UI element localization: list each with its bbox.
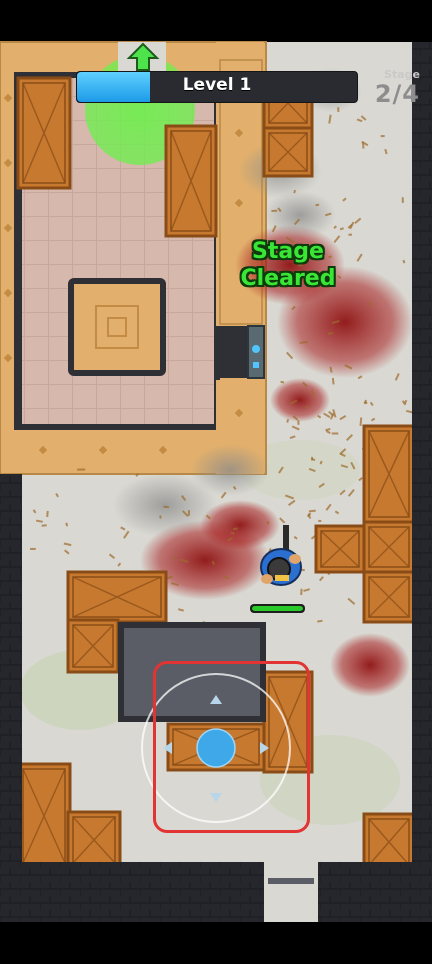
door-panel-icon <box>247 325 265 379</box>
crate <box>362 520 416 574</box>
crate <box>66 570 168 624</box>
crate <box>262 126 314 178</box>
top-letterbox <box>0 0 432 42</box>
crate <box>362 570 416 624</box>
game-viewport[interactable]: Level 1 Stage 2/4 Stage Cleared <box>0 0 432 964</box>
stage-progress: 2/4 <box>374 80 420 108</box>
crate <box>66 618 120 674</box>
stage-cleared-banner: Stage Cleared <box>228 238 348 292</box>
bottom-door <box>264 862 318 922</box>
banner-line-2: Cleared <box>240 266 336 291</box>
level-progress-bar: Level 1 <box>76 71 358 103</box>
crate <box>164 124 218 238</box>
bottom-letterbox <box>0 922 432 964</box>
crate <box>16 762 72 870</box>
crate <box>16 76 72 190</box>
level-label: Level 1 <box>182 75 252 95</box>
joystick-highlight-box <box>153 661 310 833</box>
crate <box>314 524 366 574</box>
player-health-fill <box>252 606 303 611</box>
crate <box>362 424 416 524</box>
crate <box>66 810 122 870</box>
banner-line-1: Stage <box>252 239 324 264</box>
crate <box>362 812 416 872</box>
